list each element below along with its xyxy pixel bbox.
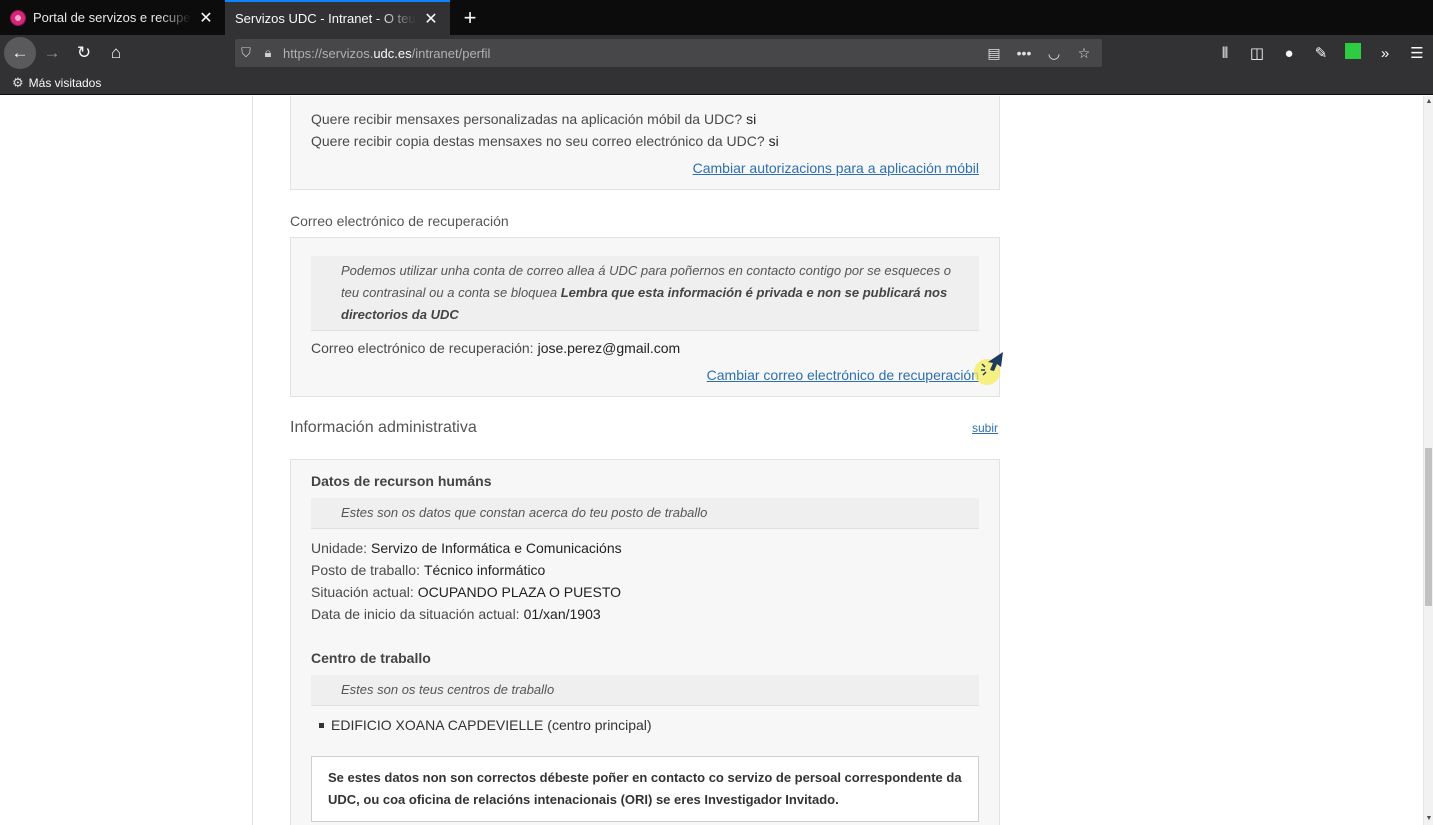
back-button[interactable]: ← bbox=[4, 37, 36, 69]
menu-icon[interactable]: ☰ bbox=[1401, 44, 1433, 62]
account-icon[interactable]: ● bbox=[1273, 45, 1305, 62]
close-tab-icon[interactable]: ✕ bbox=[422, 10, 440, 28]
mobile-q1: Quere recibir mensaxes personalizadas na… bbox=[311, 111, 757, 127]
address-bar[interactable]: ⛉ 🔒︎ https://servizos.udc.es/intranet/pe… bbox=[235, 39, 1102, 67]
unit-row: Unidade: Servizo de Informática e Comunic… bbox=[311, 540, 622, 556]
centre-list-item: EDIFICIO XOANA CAPDEVIELLE (centro princ… bbox=[319, 717, 652, 733]
admin-section-title: Información administrativa bbox=[290, 419, 477, 436]
recovery-email-row: Correo electrónico de recuperación: jose.… bbox=[311, 340, 681, 356]
extension-icon[interactable]: ✎ bbox=[1305, 44, 1337, 62]
bookmarks-toolbar: ⚙ Más visitados bbox=[0, 71, 1433, 95]
shield-icon[interactable]: ⛉ bbox=[235, 45, 257, 61]
reader-view-icon[interactable]: ▤ bbox=[982, 45, 1006, 62]
most-visited-bookmark[interactable]: Más visitados bbox=[29, 76, 102, 90]
centre-subhead: Centro de traballo bbox=[311, 650, 431, 666]
sidebar-icon[interactable]: ◫ bbox=[1241, 44, 1273, 62]
hr-subhead: Datos de recurson humáns bbox=[311, 473, 492, 489]
mobile-q2: Quere recibir copia destas mensaxes no s… bbox=[311, 133, 779, 149]
tab-intranet-profile[interactable]: Servizos UDC - Intranet - O teu perfil ✕ bbox=[225, 0, 450, 35]
centre-note: Estes son os teus centros de traballo bbox=[311, 675, 979, 706]
pocket-icon[interactable]: ◡ bbox=[1042, 45, 1066, 62]
mouse-cursor-icon bbox=[974, 352, 1003, 385]
tab-strip: Portal de servizos e recuperación ✕ Serv… bbox=[0, 0, 1433, 35]
page-viewport: Quere recibir mensaxes personalizadas na… bbox=[0, 96, 1433, 825]
reload-button[interactable]: ↻ bbox=[68, 37, 100, 69]
lock-icon[interactable]: 🔒︎ bbox=[257, 45, 279, 61]
data-warning-box: Se estes datos non son correctos débeste… bbox=[311, 756, 979, 822]
forward-button[interactable]: → bbox=[36, 37, 68, 69]
bookmark-star-icon[interactable]: ☆ bbox=[1072, 45, 1096, 62]
udc-favicon-icon bbox=[10, 9, 26, 26]
url-text[interactable]: https://servizos.udc.es/intranet/perfil bbox=[283, 46, 982, 61]
scrollbar-thumb[interactable] bbox=[1425, 448, 1432, 606]
hr-note: Estes son os datos que constan acerca do… bbox=[311, 498, 979, 529]
gear-icon: ⚙ bbox=[12, 74, 24, 90]
post-row: Posto de traballo: Técnico informático bbox=[311, 562, 546, 578]
scroll-up-link[interactable]: subir bbox=[972, 421, 998, 435]
new-tab-button[interactable]: + bbox=[450, 0, 490, 35]
recovery-section-title: Correo electrónico de recuperación bbox=[290, 213, 509, 229]
change-recovery-email-link[interactable]: Cambiar correo electrónico de recuperaci… bbox=[707, 367, 979, 383]
recovery-note: Podemos utilizar unha conta de correo al… bbox=[311, 256, 979, 331]
page-actions-icon[interactable]: ••• bbox=[1012, 45, 1036, 62]
page-scrollbar[interactable]: ▲ ▼ bbox=[1423, 96, 1433, 825]
home-button[interactable]: ⌂ bbox=[100, 37, 132, 69]
change-mobile-auth-link[interactable]: Cambiar autorizacions para a aplicación … bbox=[693, 160, 979, 176]
navigation-toolbar: ← → ↻ ⌂ ⛉ 🔒︎ https://servizos.udc.es/int… bbox=[0, 35, 1433, 71]
tab-title: Servizos UDC - Intranet - O teu perfil bbox=[235, 11, 416, 26]
overflow-chevron-icon[interactable]: » bbox=[1369, 45, 1401, 62]
tab-portal[interactable]: Portal de servizos e recuperación ✕ bbox=[0, 0, 225, 35]
start-date-row: Data de inicio da situación actual: 01/xa… bbox=[311, 606, 601, 622]
tab-title: Portal de servizos e recuperación bbox=[33, 10, 191, 25]
green-extension-icon[interactable] bbox=[1337, 43, 1369, 63]
library-icon[interactable]: ⫴ bbox=[1209, 45, 1241, 62]
close-tab-icon[interactable]: ✕ bbox=[197, 9, 215, 27]
status-row: Situación actual: OCUPANDO PLAZA O PUESTO bbox=[311, 584, 622, 600]
